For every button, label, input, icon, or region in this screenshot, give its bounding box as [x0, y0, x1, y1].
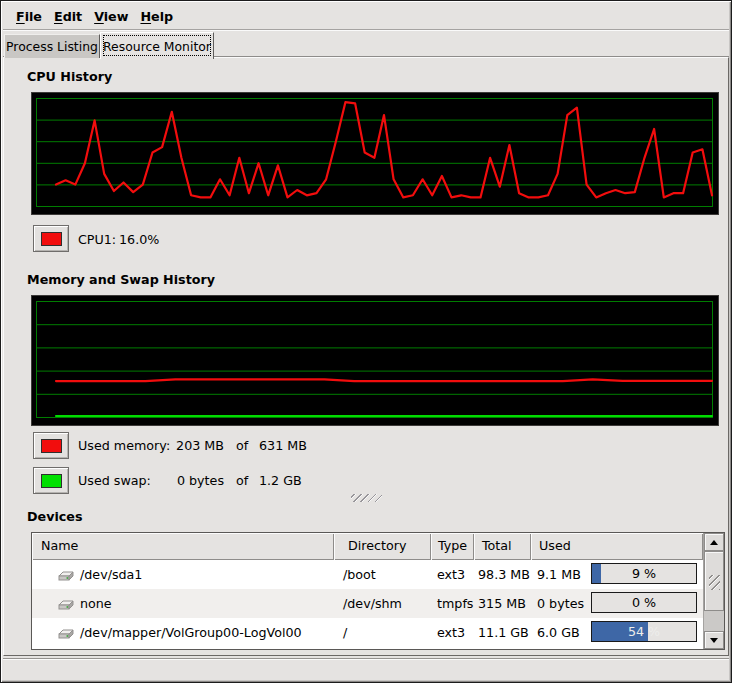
down-arrow-icon: [710, 638, 718, 643]
device-row-1[interactable]: /dev/sda1/bootext398.3 MB9.1 MB 9 %: [32, 560, 703, 589]
usage-percent-label: 54 %: [592, 622, 696, 641]
usage-percent-label: 9 %: [592, 564, 696, 583]
device-name: /dev/sda1: [80, 567, 142, 582]
swap-used-value: 0 bytes: [151, 473, 224, 488]
memory-of-label: of: [236, 438, 248, 453]
column-header-type[interactable]: Type: [431, 533, 474, 560]
menubar-separator: [3, 29, 729, 31]
device-total: 11.1 GB: [474, 618, 531, 647]
device-name: /dev/mapper/VolGroup00-LogVol00: [80, 625, 302, 640]
cpu1-legend-value: 16.0%: [119, 232, 159, 247]
device-total: 315 MB: [474, 589, 531, 618]
device-used: 9.1 MB: [531, 567, 581, 582]
tab-process-listing[interactable]: Process Listing: [4, 34, 100, 58]
device-type: ext3: [431, 560, 474, 589]
menubar: FileEditViewHelp: [4, 3, 728, 29]
device-row-2[interactable]: none/dev/shmtmpfs315 MB0 bytes 0 %: [32, 589, 703, 618]
memory-history-title: Memory and Swap History: [27, 272, 215, 287]
devices-table-header: NameDirectoryTypeTotalUsed: [32, 533, 703, 560]
memory-total-value: 631 MB: [259, 438, 307, 453]
pane-resize-grip[interactable]: [351, 494, 382, 502]
menu-edit[interactable]: Edit: [48, 5, 88, 28]
device-used: 6.0 GB: [531, 625, 580, 640]
cpu1-legend-label: CPU1:: [78, 232, 116, 247]
disk-icon: [58, 626, 74, 640]
scrollbar-up-button[interactable]: [704, 533, 724, 551]
memory-used-value: 203 MB: [151, 438, 224, 453]
devices-title: Devices: [27, 509, 82, 524]
tab-process-listing-label: Process Listing: [6, 39, 98, 54]
swap-total-value: 1.2 GB: [259, 473, 302, 488]
device-name: none: [80, 596, 112, 611]
disk-icon: [58, 568, 74, 582]
menu-file[interactable]: File: [10, 5, 48, 28]
usage-bar: 54 %: [591, 621, 697, 642]
system-monitor-window: FileEditViewHelp Process Listing Resourc…: [0, 0, 732, 683]
devices-scrollbar[interactable]: [703, 533, 724, 649]
devices-table: NameDirectoryTypeTotalUsed /dev/sda1/boo…: [31, 532, 725, 650]
usage-bar: 0 %: [591, 592, 697, 613]
swap-of-label: of: [236, 473, 248, 488]
usage-bar: 9 %: [591, 563, 697, 584]
column-header-directory[interactable]: Directory: [334, 533, 431, 560]
device-directory: /boot: [334, 560, 431, 589]
column-header-name[interactable]: Name: [32, 533, 334, 560]
menu-view[interactable]: View: [88, 5, 134, 28]
cpu-history-title: CPU History: [27, 69, 112, 84]
disk-icon: [58, 597, 74, 611]
device-total: 98.3 MB: [474, 560, 531, 589]
statusbar: [3, 658, 729, 678]
cpu-history-graph: [31, 92, 719, 215]
tab-focus-outline: [103, 35, 211, 56]
scrollbar-down-button[interactable]: [704, 631, 724, 649]
device-directory: /dev/shm: [334, 589, 431, 618]
menu-help[interactable]: Help: [134, 5, 179, 28]
scrollbar-grip-icon: [709, 575, 720, 590]
device-row-3[interactable]: /dev/mapper/VolGroup00-LogVol00 /ext311.1…: [32, 618, 703, 647]
column-header-total[interactable]: Total: [474, 533, 531, 560]
device-type: ext3: [431, 618, 474, 647]
device-type: tmpfs: [431, 589, 474, 618]
scrollbar-thumb[interactable]: [704, 551, 724, 611]
device-directory: /: [334, 618, 431, 647]
memory-swap-graph: [31, 295, 719, 426]
device-used: 0 bytes: [531, 596, 584, 611]
up-arrow-icon: [710, 540, 718, 545]
usage-percent-label: 0 %: [592, 593, 696, 612]
column-header-used[interactable]: Used: [531, 533, 703, 560]
swap-legend-label: Used swap:: [78, 473, 151, 488]
tab-resource-monitor[interactable]: Resource Monitor: [100, 32, 214, 59]
